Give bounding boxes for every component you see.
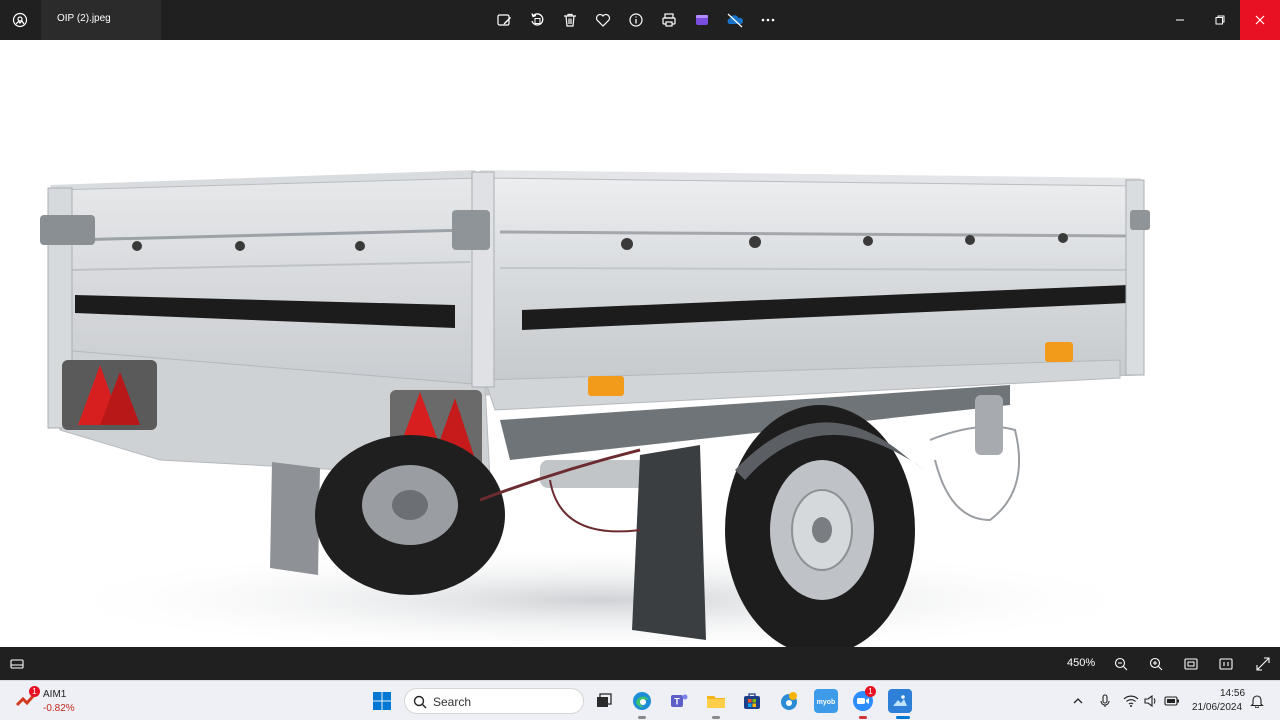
teams-icon[interactable]: T <box>667 689 691 713</box>
minimize-icon[interactable] <box>1160 0 1200 40</box>
search-placeholder: Search <box>433 695 472 709</box>
filmstrip-icon[interactable] <box>7 654 27 674</box>
stock-name: AIM1 <box>43 689 67 700</box>
actual-size-icon[interactable] <box>1216 654 1236 674</box>
file-name: OIP (2).jpeg <box>57 13 111 24</box>
zoom-level: 450% <box>1067 657 1096 669</box>
print-icon[interactable] <box>658 9 680 31</box>
clock-date[interactable]: 21/06/2024 <box>1192 702 1242 713</box>
zoom-in-icon[interactable] <box>1146 654 1166 674</box>
stock-widget[interactable]: 1 AIM1 -0.82% <box>15 686 85 716</box>
task-view-icon[interactable] <box>592 689 616 713</box>
image-canvas[interactable] <box>0 40 1280 647</box>
fit-to-window-icon[interactable] <box>1181 654 1201 674</box>
info-icon[interactable] <box>625 9 647 31</box>
show-hidden-icons-icon[interactable] <box>1069 692 1087 710</box>
onedrive-icon[interactable] <box>724 9 746 31</box>
restore-icon[interactable] <box>1200 0 1240 40</box>
edit-image-icon[interactable] <box>493 9 515 31</box>
volume-icon[interactable] <box>1142 692 1160 710</box>
microphone-icon[interactable] <box>1096 692 1114 710</box>
photos-icon[interactable] <box>888 689 912 713</box>
close-icon[interactable] <box>1240 0 1280 40</box>
myob-icon[interactable]: myob <box>814 689 838 713</box>
stock-change: -0.82% <box>43 703 75 714</box>
battery-icon[interactable] <box>1163 692 1181 710</box>
taskbar: 1 AIM1 -0.82% Search T myob 1 14:56 21/0… <box>0 680 1280 720</box>
svg-text:myob: myob <box>817 699 836 706</box>
photos-app-icon <box>12 12 28 28</box>
delete-icon[interactable] <box>559 9 581 31</box>
title-bar: OIP (2).jpeg <box>0 0 1280 40</box>
status-bar: 450% <box>0 647 1280 680</box>
search-box[interactable]: Search <box>404 688 584 714</box>
zoom-badge: 1 <box>865 686 876 697</box>
edge-dev-icon[interactable] <box>777 689 801 713</box>
full-screen-icon[interactable] <box>1253 654 1273 674</box>
windows-start-icon[interactable] <box>370 689 394 713</box>
clock-time[interactable]: 14:56 <box>1220 688 1245 699</box>
more-icon[interactable] <box>757 9 779 31</box>
file-explorer-icon[interactable] <box>704 689 728 713</box>
notifications-icon[interactable] <box>1248 692 1266 710</box>
toolbar <box>493 9 779 31</box>
rotate-icon[interactable] <box>526 9 548 31</box>
favorite-icon[interactable] <box>592 9 614 31</box>
zoom-out-icon[interactable] <box>1111 654 1131 674</box>
edge-icon[interactable] <box>630 689 654 713</box>
stock-badge: 1 <box>29 686 40 697</box>
trailer-photo <box>40 170 1160 647</box>
microsoft-store-icon[interactable] <box>740 689 764 713</box>
clipchamp-icon[interactable] <box>691 9 713 31</box>
wifi-icon[interactable] <box>1122 692 1140 710</box>
search-icon <box>413 694 427 713</box>
svg-text:T: T <box>674 697 680 707</box>
